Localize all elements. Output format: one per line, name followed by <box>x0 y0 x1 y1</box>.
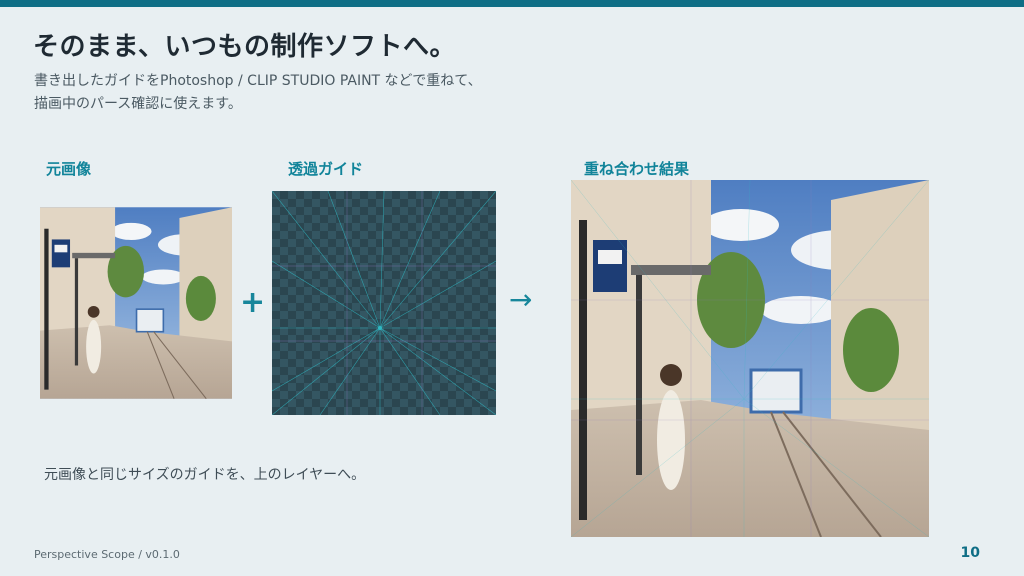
source-image <box>40 207 232 399</box>
slide-title: そのまま、いつもの制作ソフトへ。 <box>33 32 456 62</box>
result-image-label: 重ね合わせ結果 <box>584 160 690 178</box>
footer-text: Perspective Scope / v0.1.0 <box>34 548 180 561</box>
top-accent-bar <box>0 0 1024 7</box>
caption-text: 元画像と同じサイズのガイドを、上のレイヤーへ。 <box>44 467 366 483</box>
source-image-label: 元画像 <box>46 160 92 178</box>
page-number: 10 <box>960 545 980 561</box>
subtitle-line-2: 描画中のパース確認に使えます。 <box>34 96 242 112</box>
slide-subtitle: 書き出したガイドをPhotoshop / CLIP STUDIO PAINT な… <box>34 70 482 116</box>
guide-image-label: 透過ガイド <box>288 160 364 178</box>
transparent-guide-image <box>272 191 496 415</box>
arrow-operator: → <box>509 283 533 316</box>
plus-operator: + <box>240 285 266 320</box>
subtitle-line-1: 書き出したガイドをPhotoshop / CLIP STUDIO PAINT な… <box>34 73 482 89</box>
overlay-result-image <box>571 180 929 537</box>
